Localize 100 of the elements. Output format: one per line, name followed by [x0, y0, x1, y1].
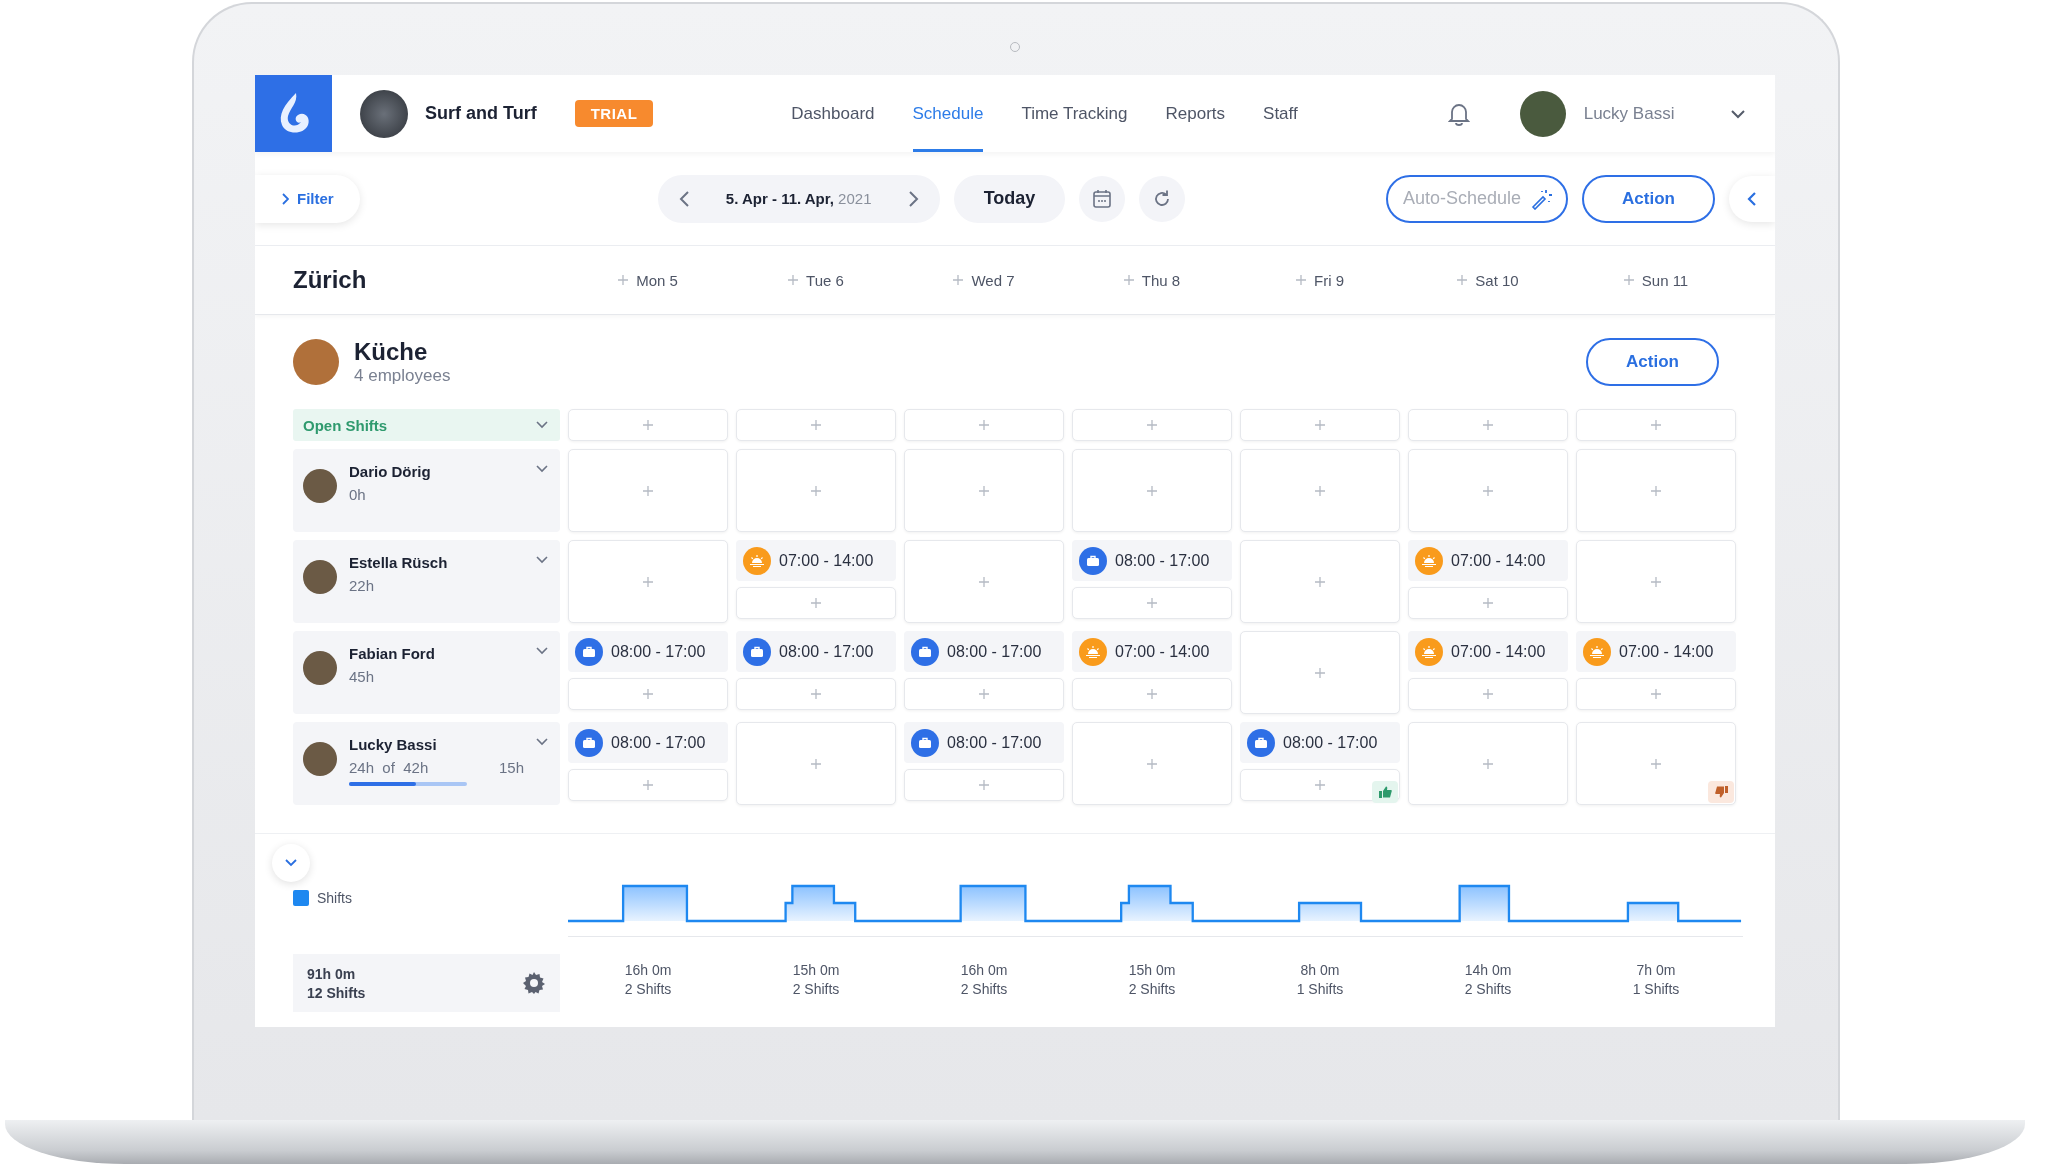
day-total-shifts: 2 Shifts	[624, 981, 672, 997]
add-shift-button[interactable]	[568, 449, 728, 532]
add-shift-button[interactable]	[1408, 722, 1568, 805]
nav-tab[interactable]: Schedule	[912, 75, 984, 152]
add-shift-button[interactable]	[568, 540, 728, 623]
previous-icon[interactable]	[677, 189, 690, 208]
employee-card[interactable]: Fabian Ford 45h	[293, 631, 560, 714]
employee-avatar	[303, 651, 337, 685]
add-open-shift-button[interactable]	[1240, 409, 1400, 441]
add-shift-button[interactable]	[736, 449, 896, 532]
add-shift-button[interactable]	[904, 449, 1064, 532]
plus-icon	[979, 485, 989, 496]
chevron-down-icon[interactable]	[536, 465, 548, 473]
add-shift-button[interactable]	[736, 722, 896, 805]
employee-card[interactable]: Dario Dörig 0h	[293, 449, 560, 532]
shift-chip[interactable]: 07:00 - 14:00	[1408, 540, 1568, 581]
add-shift-button[interactable]	[1240, 540, 1400, 623]
add-open-shift-button[interactable]	[1072, 409, 1232, 441]
add-shift-button[interactable]	[1072, 449, 1232, 532]
shift-chip[interactable]: 08:00 - 17:00	[568, 631, 728, 672]
add-icon[interactable]	[953, 275, 964, 285]
add-icon[interactable]	[1457, 275, 1468, 285]
shift-chip[interactable]: 07:00 - 14:00	[736, 540, 896, 581]
shift-chip[interactable]: 07:00 - 14:00	[1408, 631, 1568, 672]
add-open-shift-button[interactable]	[1408, 409, 1568, 441]
add-shift-button[interactable]	[568, 678, 728, 710]
add-shift-button[interactable]	[1072, 722, 1232, 805]
shift-chip[interactable]: 08:00 - 17:00	[904, 631, 1064, 672]
nav-tab[interactable]: Reports	[1165, 75, 1226, 152]
employee-card[interactable]: Lucky Bassi 24h of 42h 15h	[293, 722, 560, 805]
employee-name: Lucky Bassi	[349, 736, 438, 753]
today-button[interactable]: Today	[953, 174, 1066, 223]
nav-tab[interactable]: Dashboard	[791, 75, 875, 152]
plus-icon	[811, 758, 821, 769]
add-shift-button[interactable]	[568, 769, 728, 801]
shift-chip[interactable]: 08:00 - 17:00	[736, 631, 896, 672]
nav-tab[interactable]: Staff	[1263, 75, 1298, 152]
shift-chip[interactable]: 07:00 - 14:00	[1576, 631, 1736, 672]
add-icon[interactable]	[1123, 275, 1134, 285]
add-shift-button[interactable]	[1072, 587, 1232, 619]
plus-icon	[1315, 420, 1325, 430]
caret-icon[interactable]	[1730, 108, 1747, 119]
app-logo[interactable]	[255, 75, 332, 152]
add-shift-button[interactable]	[904, 769, 1064, 801]
shift-chip[interactable]: 08:00 - 17:00	[1072, 540, 1232, 581]
settings-icon[interactable]	[522, 971, 546, 995]
add-shift-button[interactable]	[1576, 540, 1736, 623]
collapse-button[interactable]	[1729, 175, 1775, 222]
chevron-down-icon[interactable]	[536, 738, 548, 746]
add-icon[interactable]	[1623, 275, 1634, 285]
add-shift-button[interactable]	[736, 587, 896, 619]
add-shift-button[interactable]	[1576, 449, 1736, 532]
team-action-button[interactable]: Action	[1586, 338, 1719, 386]
day-total-shifts: 2 Shifts	[960, 981, 1008, 997]
chevron-down-icon	[285, 859, 297, 867]
add-open-shift-button[interactable]	[1576, 409, 1736, 441]
add-icon[interactable]	[1296, 275, 1306, 285]
add-icon[interactable]	[788, 275, 799, 285]
day-total-hours: 8h 0m	[1300, 962, 1340, 978]
nav-tab[interactable]: Time Tracking	[1021, 75, 1128, 152]
sunrise-icon	[1415, 546, 1443, 575]
shift-chip[interactable]: 08:00 - 17:00	[1240, 722, 1400, 763]
add-shift-button[interactable]	[904, 540, 1064, 623]
chevron-down-icon[interactable]	[536, 556, 548, 564]
team-name: Küche	[354, 338, 429, 366]
add-shift-button[interactable]	[1576, 678, 1736, 710]
add-open-shift-button[interactable]	[904, 409, 1064, 441]
day-total-hours: 16h 0m	[624, 962, 672, 978]
plus-icon	[1651, 485, 1661, 496]
add-shift-button[interactable]	[1408, 587, 1568, 619]
add-open-shift-button[interactable]	[736, 409, 896, 441]
add-shift-button[interactable]	[1408, 449, 1568, 532]
chevron-down-icon[interactable]	[536, 647, 548, 655]
employee-card[interactable]: Estella Rüsch 22h	[293, 540, 560, 623]
add-open-shift-button[interactable]	[568, 409, 728, 441]
add-shift-button[interactable]	[1240, 449, 1400, 532]
bell-icon[interactable]	[1447, 101, 1470, 126]
thumbs-up-icon[interactable]	[1372, 781, 1398, 803]
add-shift-button[interactable]	[1240, 631, 1400, 714]
day-total-shifts: 1 Shifts	[1632, 981, 1680, 997]
add-shift-button[interactable]	[736, 678, 896, 710]
total-hours: 91h 0m	[307, 965, 357, 982]
add-shift-button[interactable]	[1072, 678, 1232, 710]
shift-chip[interactable]: 07:00 - 14:00	[1072, 631, 1232, 672]
next-icon[interactable]	[907, 189, 920, 208]
shift-chip[interactable]: 08:00 - 17:00	[568, 722, 728, 763]
briefcase-icon	[1247, 728, 1275, 757]
filter-button[interactable]: Filter	[255, 174, 360, 223]
add-shift-button[interactable]	[1408, 678, 1568, 710]
sunrise-icon	[1079, 637, 1107, 666]
action-button[interactable]: Action	[1582, 174, 1715, 223]
date-range-picker[interactable]: 5. Apr - 11. Apr, 2021	[657, 174, 940, 223]
add-icon[interactable]	[618, 275, 629, 285]
add-shift-button[interactable]	[1240, 769, 1400, 801]
shift-chip[interactable]: 08:00 - 17:00	[904, 722, 1064, 763]
thumbs-down-icon[interactable]	[1708, 781, 1734, 803]
user-name[interactable]: Lucky Bassi	[1583, 103, 1675, 124]
add-shift-button[interactable]	[904, 678, 1064, 710]
legend-label: Shifts	[317, 890, 352, 906]
expand-button[interactable]	[272, 844, 310, 882]
